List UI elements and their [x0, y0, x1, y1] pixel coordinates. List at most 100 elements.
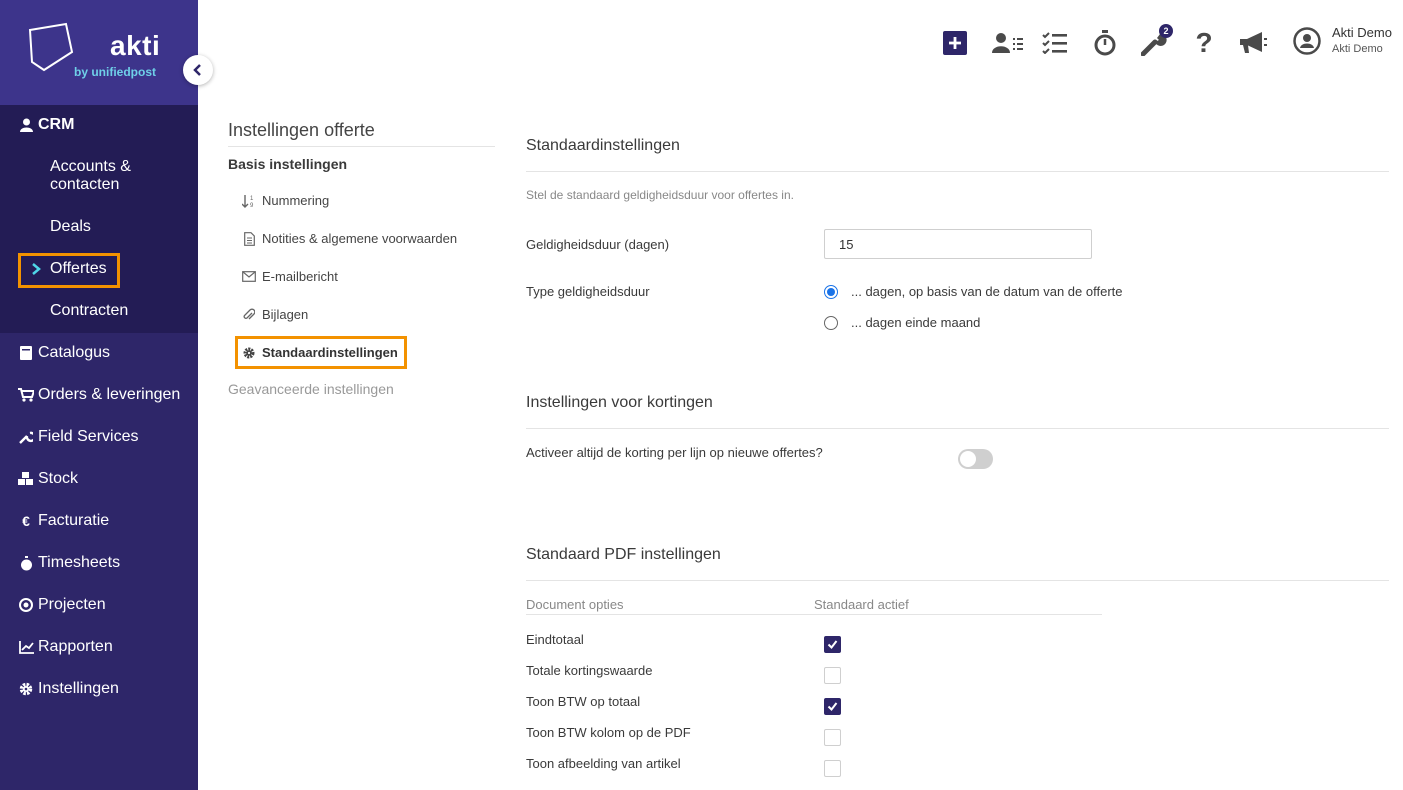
defaults-section-divider: [526, 171, 1389, 172]
nav-field-services-label: Field Services: [38, 428, 139, 445]
nav-offertes[interactable]: Offertes: [28, 260, 107, 278]
nav-orders[interactable]: Orders & leveringen: [18, 386, 180, 404]
nav-instellingen[interactable]: Instellingen: [18, 680, 119, 698]
nav-accounts-line2: contacten: [50, 176, 120, 193]
cart-icon: [18, 388, 34, 402]
user-list-icon: [992, 33, 1023, 53]
nav-field-services[interactable]: Field Services: [18, 428, 138, 446]
pdf-row-label: Eindtotaal: [526, 632, 584, 647]
user-menu-button[interactable]: [1293, 27, 1321, 55]
pdf-row-label: Toon BTW kolom op de PDF: [526, 725, 691, 740]
nav-projecten-label: Projecten: [38, 596, 106, 613]
validity-type-label: Type geldigheidsduur: [526, 284, 650, 299]
pdf-row-label: Totale kortingswaarde: [526, 663, 653, 678]
settings-nav-standaardinstellingen-label: Standaardinstellingen: [262, 345, 398, 360]
nav-rapporten-label: Rapporten: [38, 638, 113, 655]
svg-text:1: 1: [250, 196, 254, 202]
sidebar: akti by unifiedpost CRM Accounts & conta…: [0, 0, 198, 790]
validity-label: Geldigheidsduur (dagen): [526, 237, 670, 252]
collapse-sidebar-button[interactable]: [183, 55, 213, 85]
akti-logo-icon: [28, 22, 74, 72]
megaphone-icon: [1240, 32, 1267, 53]
nav-facturatie-label: Facturatie: [38, 512, 110, 529]
timer-button[interactable]: [1092, 30, 1118, 56]
announcements-button[interactable]: [1238, 30, 1268, 56]
brand-subtitle: by unifiedpost: [74, 65, 156, 79]
help-button[interactable]: ?: [1191, 27, 1217, 58]
tasks-button[interactable]: [1042, 30, 1068, 56]
target-icon: [18, 598, 34, 612]
user-company: Akti Demo: [1332, 43, 1383, 55]
pdf-row-checkbox-afbeelding[interactable]: [824, 760, 841, 777]
discount-line-toggle[interactable]: [958, 449, 993, 469]
checklist-icon: [1042, 32, 1067, 54]
nav-crm-label: CRM: [38, 116, 75, 133]
euro-icon: €: [22, 513, 30, 529]
settings-nav-nummering-label: Nummering: [262, 193, 330, 208]
validity-type-option-offer-date[interactable]: ... dagen, op basis van de datum van de …: [851, 284, 1123, 299]
nav-stock-label: Stock: [38, 470, 79, 487]
pdf-row-checkbox-eindtotaal[interactable]: [824, 636, 841, 653]
settings-nav-bijlagen-label: Bijlagen: [262, 307, 309, 322]
validity-input[interactable]: [824, 229, 1092, 259]
nav-accounts-line1: Accounts &: [50, 158, 131, 175]
nav-contracten[interactable]: Contracten: [50, 302, 128, 320]
nav-facturatie[interactable]: € Facturatie: [18, 512, 109, 530]
nav-orders-label: Orders & leveringen: [38, 386, 181, 403]
settings-nav-title: Instellingen offerte: [228, 120, 375, 140]
pdf-col-options-header: Document opties: [526, 597, 624, 612]
pdf-row-checkbox-btw-totaal[interactable]: [824, 698, 841, 715]
settings-nav-standaardinstellingen[interactable]: Standaardinstellingen: [242, 345, 398, 360]
stopwatch-icon: [18, 555, 34, 571]
brand-header: akti by unifiedpost: [0, 0, 198, 105]
nav-deals[interactable]: Deals: [50, 218, 91, 236]
validity-type-radio-month-end[interactable]: [824, 316, 838, 330]
nav-stock[interactable]: Stock: [18, 470, 78, 488]
discount-line-label: Activeer altijd de korting per lijn op n…: [526, 445, 823, 460]
settings-nav-notities[interactable]: Notities & algemene voorwaarden: [242, 231, 457, 246]
defaults-description: Stel de standaard geldigheidsduur voor o…: [526, 188, 794, 202]
settings-nav-divider: [228, 146, 495, 147]
settings-nav-bijlagen[interactable]: Bijlagen: [242, 307, 308, 322]
defaults-section-title: Standaardinstellingen: [526, 137, 680, 154]
pdf-row-checkbox-kortingswaarde[interactable]: [824, 667, 841, 684]
user-name[interactable]: Akti Demo: [1332, 25, 1392, 40]
checkmark-icon: [827, 702, 838, 712]
pdf-table-header-divider: [526, 614, 1102, 615]
settings-nav-section[interactable]: Basis instellingen: [228, 156, 347, 172]
gear-icon: [242, 347, 256, 359]
settings-nav-notities-label: Notities & algemene voorwaarden: [262, 231, 458, 246]
document-icon: [242, 231, 256, 246]
discount-section-title: Instellingen voor kortingen: [526, 394, 713, 411]
settings-nav-emailbericht[interactable]: E-mailbericht: [242, 269, 338, 284]
pdf-section-divider: [526, 580, 1389, 581]
settings-nav-emailbericht-label: E-mailbericht: [262, 269, 338, 284]
discount-section-divider: [526, 428, 1389, 429]
validity-type-option-month-end[interactable]: ... dagen einde maand: [851, 315, 980, 330]
nav-accounts-contacten[interactable]: Accounts & contacten: [50, 158, 131, 194]
validity-type-radio-offer-date[interactable]: [824, 285, 838, 299]
chevron-right-icon: [28, 263, 44, 275]
chevron-left-icon: [193, 64, 201, 76]
nav-timesheets[interactable]: Timesheets: [18, 554, 120, 572]
svg-text:9: 9: [250, 203, 254, 208]
pdf-row-label: Toon afbeelding van artikel: [526, 756, 681, 771]
sort-numeric-icon: 19: [242, 194, 256, 208]
stopwatch-icon: [1094, 30, 1116, 56]
nav-rapporten[interactable]: Rapporten: [18, 638, 113, 656]
nav-catalogus[interactable]: Catalogus: [18, 344, 110, 362]
nav-instellingen-label: Instellingen: [38, 680, 119, 697]
tools-button[interactable]: 2: [1141, 24, 1173, 56]
add-button[interactable]: [942, 30, 968, 56]
settings-nav-nummering[interactable]: 19 Nummering: [242, 193, 329, 208]
nav-timesheets-label: Timesheets: [38, 554, 121, 571]
nav-crm[interactable]: CRM: [18, 116, 74, 134]
settings-nav-advanced[interactable]: Geavanceerde instellingen: [228, 381, 394, 397]
chart-icon: [18, 640, 34, 654]
pdf-col-active-header: Standaard actief: [814, 597, 909, 612]
envelope-icon: [242, 271, 256, 282]
nav-projecten[interactable]: Projecten: [18, 596, 106, 614]
pdf-row-checkbox-btw-kolom[interactable]: [824, 729, 841, 746]
contacts-list-button[interactable]: [992, 30, 1024, 56]
gear-icon: [18, 682, 34, 696]
